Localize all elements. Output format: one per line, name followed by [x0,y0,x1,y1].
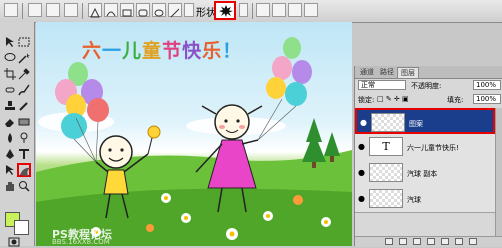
lock-icons[interactable]: □ ✎ ✛ ▣ [377,95,409,103]
title-char: 童 [142,40,163,62]
clone-stamp-icon[interactable] [4,100,16,112]
eyedropper-icon[interactable] [18,68,30,80]
toolbox [0,22,35,248]
title-char: 节 [162,40,183,62]
title-char: 快 [182,40,203,62]
lock-label: 锁定: [358,96,375,104]
preset-picker-icon[interactable] [4,3,18,17]
layer-name: 汽球 副本 [407,170,438,178]
title-char: 一 [102,40,123,62]
zoom-tool-icon[interactable] [18,180,30,192]
pen-tool-icon[interactable] [4,148,16,160]
text-layer-thumbnail: T [369,137,403,156]
opacity-input[interactable]: 100% [473,80,501,90]
shape-layer-icon[interactable] [28,3,42,17]
title-char: 乐 [202,40,223,62]
marquee-tool-icon[interactable] [18,36,30,48]
history-brush-icon[interactable] [18,100,30,112]
exclude-shape-icon[interactable] [304,3,318,17]
title-char: 六 [82,40,103,62]
layers-panel: 通道 路径 图层 正常 不透明度: 100% 锁定: □ ✎ ✛ ▣ 填充: 1… [354,66,502,247]
eye-icon[interactable]: ● [358,168,365,177]
watermark-url: BBS.16XX8.COM [52,238,110,246]
path-selection-icon[interactable] [4,164,16,176]
healing-brush-icon[interactable] [4,84,16,96]
line-icon[interactable] [168,3,182,18]
layer-thumbnail [369,163,403,182]
quick-mask-icon[interactable] [8,236,20,248]
lock-row: 锁定: □ ✎ ✛ ▣ 填充: 100% [355,94,502,106]
trash-icon[interactable] [469,238,477,245]
ellipse-icon[interactable] [152,3,166,17]
custom-shape-tool-icon[interactable] [17,163,31,177]
fill-label: 填充: [447,96,464,104]
path-mode-icon[interactable] [46,3,60,17]
adjustment-layer-icon[interactable] [427,238,435,245]
background-color-swatch[interactable] [14,220,29,235]
layers-scrollbar[interactable] [495,108,502,236]
type-tool-icon[interactable] [18,148,30,160]
layer-row-pattern[interactable]: ● 图案 [355,108,495,134]
blend-mode-select[interactable]: 正常 [358,80,406,90]
layers-bottom-bar [355,236,502,247]
layer-name: 图案 [409,120,423,128]
new-layer-icon[interactable] [455,238,463,245]
add-shape-area-icon[interactable] [256,3,270,17]
divider [22,3,23,19]
tab-layers[interactable]: 图层 [397,67,419,78]
intersect-shape-icon[interactable] [288,3,302,17]
layer-style-icon[interactable] [399,238,407,245]
panel-tabs: 通道 路径 图层 [355,66,502,79]
gradient-tool-icon[interactable] [18,116,30,128]
custom-shape-picker[interactable] [214,1,236,20]
canvas-title-text: 六一儿童节快乐！ [82,36,242,63]
move-tool-icon[interactable] [4,36,16,48]
tab-paths[interactable]: 路径 [377,67,397,77]
tab-channels[interactable]: 通道 [357,67,377,77]
brush-tool-icon[interactable] [18,84,30,96]
layer-name: 汽球 [407,196,421,204]
eye-icon[interactable]: ● [358,194,365,203]
eye-icon[interactable]: ● [358,142,365,151]
splat-shape-icon [219,5,233,17]
crop-tool-icon[interactable] [4,68,16,80]
blur-tool-icon[interactable] [4,132,16,144]
layer-mask-icon[interactable] [413,238,421,245]
new-group-icon[interactable] [441,238,449,245]
freeform-pen-icon[interactable] [104,3,118,17]
layer-name: 六一儿童节快乐! [407,144,459,152]
chevron-down-icon[interactable] [239,3,248,17]
layer-row-text[interactable]: ● T 六一儿童节快乐! [355,134,495,161]
subtract-shape-icon[interactable] [272,3,286,17]
link-layers-icon[interactable] [385,238,393,245]
layer-row-balloon[interactable]: ● 汽球 [355,186,495,213]
title-char: 儿 [122,40,143,62]
fill-pixels-icon[interactable] [64,3,78,17]
pen-icon[interactable] [88,3,102,18]
divider [252,3,253,19]
magic-wand-icon[interactable] [18,52,30,64]
fill-input[interactable]: 100% [473,94,501,104]
layer-row-balloon-copy[interactable]: ● 汽球 副本 [355,160,495,187]
hand-tool-icon[interactable] [4,180,16,192]
layer-thumbnail [369,189,403,208]
rectangle-icon[interactable] [120,3,134,17]
document-canvas[interactable]: 六一儿童节快乐！ PS教程论坛 BBS.16XX8.COM [36,22,352,246]
layer-thumbnail [371,113,405,132]
divider [82,3,83,19]
lasso-tool-icon[interactable] [4,52,16,64]
title-char: ！ [222,40,243,62]
opacity-label: 不透明度: [411,82,442,90]
eye-icon[interactable]: ● [360,118,367,127]
options-bar: 形状: [0,0,502,23]
dodge-tool-icon[interactable] [18,132,30,144]
eraser-icon[interactable] [4,116,16,128]
custom-shape-icon[interactable] [184,3,194,17]
rounded-rect-icon[interactable] [136,3,150,17]
blend-row: 正常 不透明度: 100% [355,80,502,92]
